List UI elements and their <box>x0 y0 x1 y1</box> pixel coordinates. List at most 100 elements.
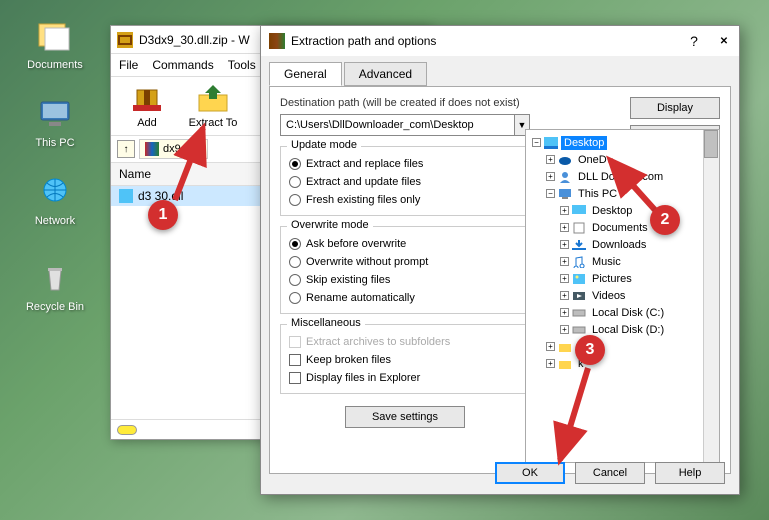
expand-icon[interactable]: + <box>560 257 569 266</box>
expand-icon[interactable]: + <box>560 274 569 283</box>
menu-commands[interactable]: Commands <box>152 58 213 72</box>
network-icon <box>35 172 75 212</box>
expand-icon[interactable]: + <box>560 223 569 232</box>
cloud-icon <box>558 154 572 166</box>
tree-localc[interactable]: Local Disk (C:) <box>589 306 667 320</box>
group-label: Miscellaneous <box>287 317 365 329</box>
expand-icon[interactable]: + <box>560 325 569 334</box>
documents-icon <box>35 16 75 56</box>
expand-icon[interactable]: + <box>560 240 569 249</box>
desktop-icon <box>544 137 558 149</box>
archive-icon <box>145 142 159 156</box>
radio-skip-existing[interactable]: Skip existing files <box>289 271 521 289</box>
radio-rename-auto[interactable]: Rename automatically <box>289 289 521 307</box>
radio-icon <box>289 238 301 250</box>
tree-downloads[interactable]: Downloads <box>589 238 649 252</box>
desktop-icon-label: Recycle Bin <box>20 301 90 313</box>
expand-icon[interactable]: + <box>560 291 569 300</box>
tree-documents[interactable]: Documents <box>589 221 651 235</box>
extract-icon <box>195 83 231 115</box>
annotation-1: 1 <box>148 200 178 230</box>
annotation-2: 2 <box>650 205 680 235</box>
close-icon[interactable]: ✕ <box>717 34 731 48</box>
tabs: General Advanced <box>261 56 739 86</box>
documents-icon <box>572 222 586 234</box>
dialog-titlebar[interactable]: Extraction path and options ? ✕ <box>261 26 739 56</box>
annotation-arrow-1 <box>165 120 215 210</box>
recycle-icon <box>35 258 75 298</box>
save-settings-button[interactable]: Save settings <box>345 406 465 428</box>
tree-pictures[interactable]: Pictures <box>589 272 635 286</box>
desktop-icon-recycle[interactable]: Recycle Bin <box>20 258 90 313</box>
tree-videos[interactable]: Videos <box>589 289 628 303</box>
radio-icon <box>289 176 301 188</box>
desktop-icon-network[interactable]: Network <box>20 172 90 227</box>
update-mode-group: Update mode Extract and replace files Ex… <box>280 146 530 216</box>
expand-icon[interactable]: + <box>546 155 555 164</box>
chk-extract-subfolders[interactable]: Extract archives to subfolders <box>289 333 521 351</box>
radio-extract-replace[interactable]: Extract and replace files <box>289 155 521 173</box>
tree-music[interactable]: Music <box>589 255 624 269</box>
column-name: Name <box>119 167 151 181</box>
collapse-icon[interactable]: − <box>546 189 555 198</box>
checkbox-icon <box>289 354 301 366</box>
expand-icon[interactable]: + <box>560 206 569 215</box>
tab-general[interactable]: General <box>269 62 342 86</box>
radio-ask-before[interactable]: Ask before overwrite <box>289 235 521 253</box>
display-button[interactable]: Display <box>630 97 720 119</box>
desktop-icon-label: Network <box>20 215 90 227</box>
radio-icon <box>289 274 301 286</box>
thispc-icon <box>558 188 572 200</box>
disk-icon <box>572 307 586 319</box>
videos-icon <box>572 290 586 302</box>
radio-icon <box>289 194 301 206</box>
tree-locald[interactable]: Local Disk (D:) <box>589 323 667 337</box>
desktop-icon <box>572 205 586 217</box>
expand-icon[interactable]: + <box>546 172 555 181</box>
updir-button[interactable]: ↑ <box>117 140 135 158</box>
chk-display-explorer[interactable]: Display files in Explorer <box>289 369 521 387</box>
folder-icon <box>558 341 572 353</box>
disk-icon <box>572 324 586 336</box>
add-label: Add <box>137 117 157 129</box>
winrar-icon <box>117 32 133 48</box>
scrollbar[interactable] <box>703 130 719 462</box>
menu-tools[interactable]: Tools <box>228 58 256 72</box>
help-button[interactable]: Help <box>655 462 725 484</box>
scrollbar-thumb[interactable] <box>704 130 718 158</box>
expand-icon[interactable]: + <box>546 342 555 351</box>
desktop-icon-documents[interactable]: Documents <box>20 16 90 71</box>
downloads-icon <box>572 239 586 251</box>
menu-file[interactable]: File <box>119 58 138 72</box>
radio-icon <box>289 158 301 170</box>
music-icon <box>572 256 586 268</box>
misc-group: Miscellaneous Extract archives to subfol… <box>280 324 530 394</box>
tab-advanced[interactable]: Advanced <box>344 62 427 86</box>
add-icon <box>129 83 165 115</box>
thispc-icon <box>35 94 75 134</box>
expand-icon[interactable]: + <box>560 308 569 317</box>
collapse-icon[interactable]: − <box>532 138 541 147</box>
radio-icon <box>289 292 301 304</box>
radio-icon <box>289 256 301 268</box>
pictures-icon <box>572 273 586 285</box>
dll-file-icon <box>119 189 133 203</box>
winrar-icon <box>269 33 285 49</box>
desktop-icon-label: This PC <box>20 137 90 149</box>
annotation-3: 3 <box>575 335 605 365</box>
chk-keep-broken[interactable]: Keep broken files <box>289 351 521 369</box>
tree-desktop[interactable]: Desktop <box>561 136 607 150</box>
radio-fresh-existing[interactable]: Fresh existing files only <box>289 191 521 209</box>
radio-overwrite-noprompt[interactable]: Overwrite without prompt <box>289 253 521 271</box>
group-label: Overwrite mode <box>287 219 373 231</box>
user-icon <box>558 171 572 183</box>
desktop-icon-thispc[interactable]: This PC <box>20 94 90 149</box>
destination-label: Destination path (will be created if doe… <box>280 97 530 109</box>
dialog-title: Extraction path and options <box>291 34 436 48</box>
extraction-dialog: Extraction path and options ? ✕ General … <box>260 25 740 495</box>
checkbox-icon <box>289 336 301 348</box>
destination-path-input[interactable] <box>280 114 515 136</box>
radio-extract-update[interactable]: Extract and update files <box>289 173 521 191</box>
help-icon[interactable]: ? <box>687 34 701 48</box>
overwrite-mode-group: Overwrite mode Ask before overwrite Over… <box>280 226 530 314</box>
